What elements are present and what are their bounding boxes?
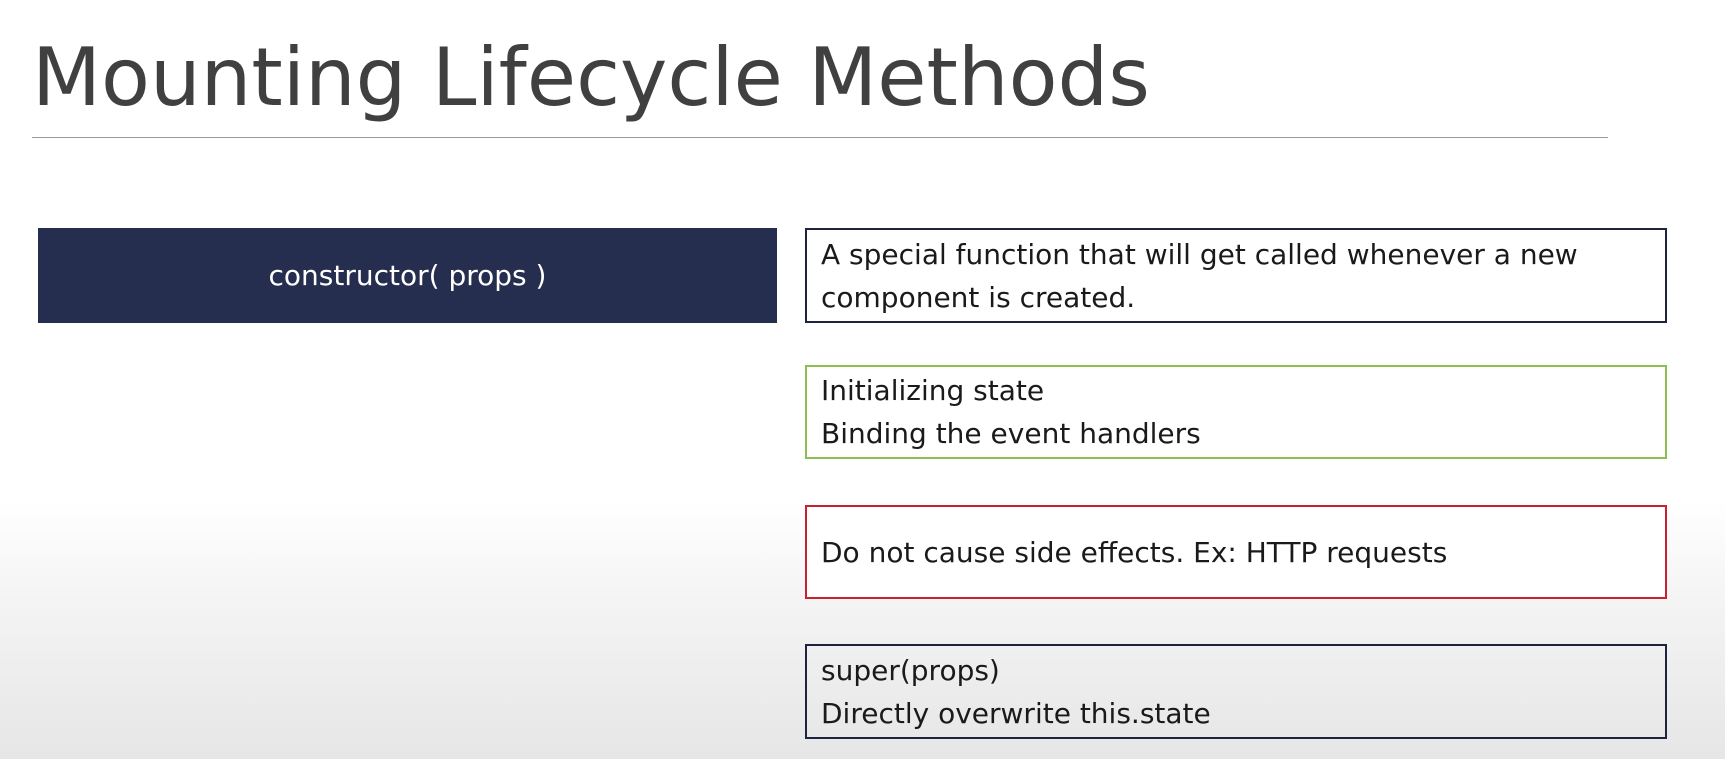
uses-box: Initializing state Binding the event han… — [805, 365, 1667, 459]
method-label: constructor( props ) — [268, 259, 547, 292]
uses-line: Binding the event handlers — [821, 417, 1201, 450]
tips-box: super(props) Directly overwrite this.sta… — [805, 644, 1667, 739]
description-box: A special function that will get called … — [805, 228, 1667, 323]
constructor-method-box: constructor( props ) — [38, 228, 777, 323]
description-text: A special function that will get called … — [821, 237, 1578, 314]
title-divider — [32, 137, 1608, 138]
uses-line: Initializing state — [821, 374, 1045, 407]
warning-box: Do not cause side effects. Ex: HTTP requ… — [805, 505, 1667, 599]
slide-title: Mounting Lifecycle Methods — [32, 31, 1150, 124]
warning-text: Do not cause side effects. Ex: HTTP requ… — [821, 535, 1448, 569]
tips-line: super(props) — [821, 653, 1000, 687]
tips-line: Directly overwrite this.state — [821, 696, 1211, 730]
